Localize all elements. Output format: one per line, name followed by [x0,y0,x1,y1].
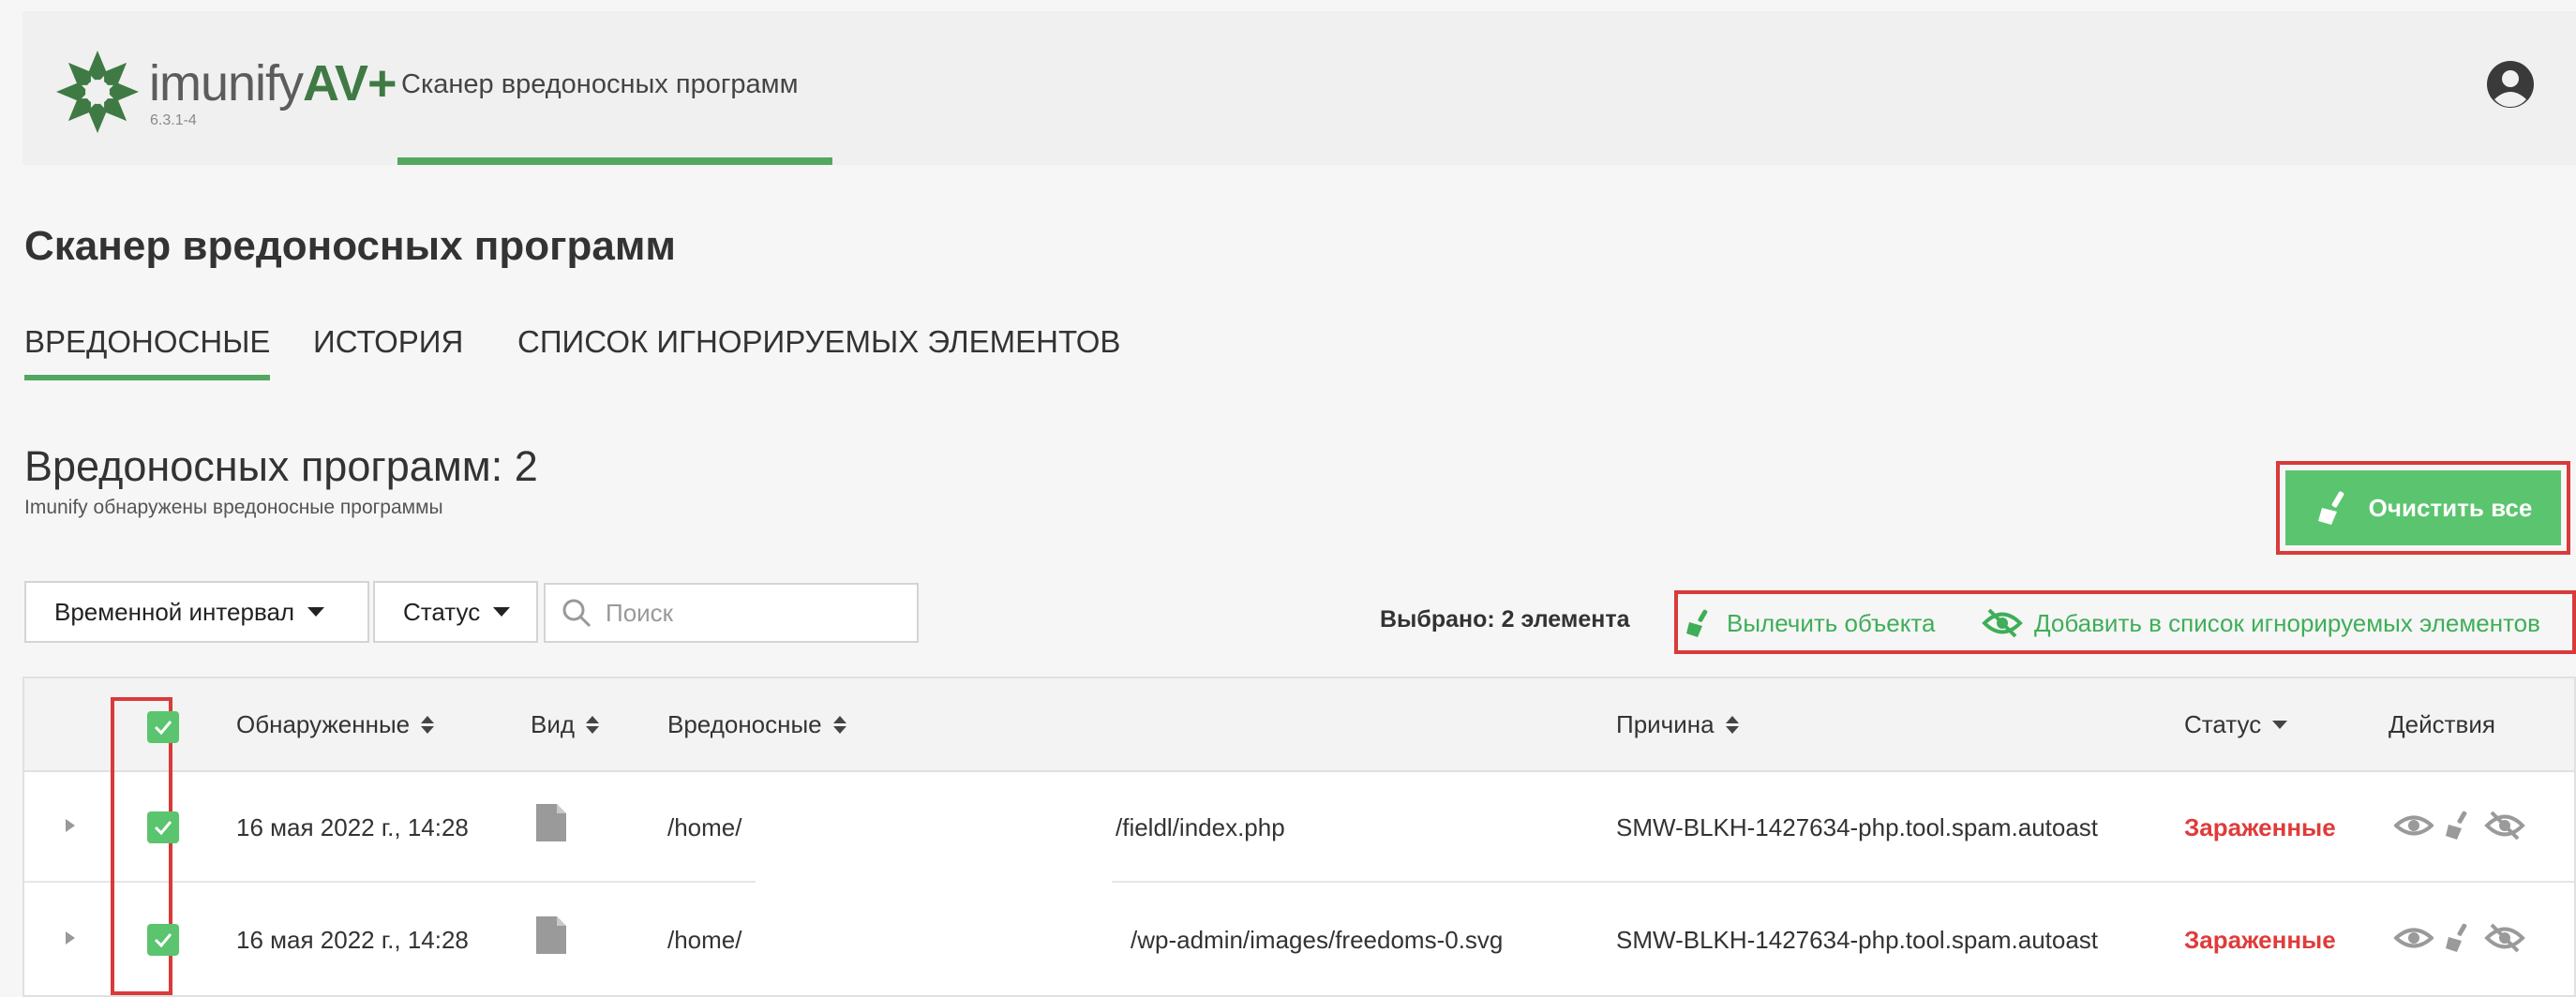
file-icon [536,916,566,954]
select-all-checkbox[interactable] [147,711,179,743]
imunify-logo-icon [56,51,139,133]
selected-count: Выбрано: 2 элемента [1380,606,1630,632]
malware-table: Обнаруженные Вид Вредоносные Причина Ста… [22,677,2576,997]
detected-date: 16 мая 2022 г., 14:28 [236,813,469,841]
row-checkbox[interactable] [147,924,179,956]
time-interval-label: Временной интервал [54,597,295,626]
add-to-ignore-label: Добавить в список игнорируемых элементов [2034,608,2540,637]
header-tab-malware-scanner[interactable]: Сканер вредоносных программ [397,11,832,165]
malware-count-title: Вредоносных программ: 2 [24,442,538,490]
row-actions [2394,922,2525,954]
detected-date: 16 мая 2022 г., 14:28 [236,926,469,954]
cure-selected-button[interactable]: Вылечить объекта [1684,607,1936,639]
reason: SMW-BLKH-1427634-php.tool.spam.autoast [1616,813,2099,841]
status-filter-label: Статус [403,597,481,626]
app-header: imunifyAV+ 6.3.1-4 Сканер вредоносных пр… [22,11,2576,165]
caret-down-icon [2272,721,2288,729]
eye-slash-icon[interactable] [2484,810,2525,841]
version-label: 6.3.1-4 [150,112,197,128]
column-reason[interactable]: Причина [1616,710,1739,739]
broom-icon [2317,491,2344,525]
header-tab-underline [397,157,832,165]
chevron-down-icon [493,607,511,617]
file-icon [536,804,566,841]
broom-icon[interactable] [2445,810,2473,841]
status-badge: Зараженные [2184,813,2336,841]
eye-icon[interactable] [2394,811,2434,840]
file-path-end: /wp-admin/images/freedoms-0.svg [1131,926,1504,954]
status-dropdown[interactable]: Статус [373,581,538,643]
column-malicious[interactable]: Вредоносные [667,710,846,739]
broom-icon[interactable] [2445,922,2473,954]
redacted-area [756,772,1112,993]
tab-history[interactable]: ИСТОРИЯ [313,324,463,360]
header-tab-label: Сканер вредоносных программ [401,69,799,99]
sort-icon [586,716,600,734]
tab-malicious[interactable]: ВРЕДОНОСНЫЕ [24,324,271,380]
malware-count-subtitle: Imunify обнаружены вредоносные программы [24,497,443,518]
broom-icon [1686,609,1708,637]
chevron-down-icon [307,607,325,617]
search-input[interactable] [606,598,887,628]
clean-all-label: Очистить все [2368,493,2533,522]
expand-arrow-icon[interactable] [66,819,75,832]
file-path-start: /home/ [667,813,742,841]
file-path-end: /fieldl/index.php [1116,813,1285,841]
checkmark-icon [154,721,172,736]
sort-icon [421,716,435,734]
add-to-ignore-button[interactable]: Добавить в список игнорируемых элементов [1982,607,2540,639]
page-title: Сканер вредоносных программ [24,223,676,269]
checkmark-icon [154,821,172,836]
row-actions [2394,810,2525,841]
column-actions: Действия [2389,710,2495,738]
table-row[interactable]: 16 мая 2022 г., 14:28 /home/ /fieldl/ind… [24,772,2574,883]
expand-arrow-icon[interactable] [66,931,75,945]
search-box[interactable] [544,583,919,643]
reason: SMW-BLKH-1427634-php.tool.spam.autoast [1616,926,2099,954]
eye-slash-icon[interactable] [2484,922,2525,954]
column-detected[interactable]: Обнаруженные [236,710,435,739]
eye-icon[interactable] [2394,924,2434,952]
user-avatar-icon[interactable] [2486,60,2535,109]
cure-selected-label: Вылечить объекта [1727,608,1936,637]
bulk-actions-highlight: Вылечить объекта Добавить в список игнор… [1674,590,2576,654]
checkmark-icon [154,933,172,948]
eye-slash-icon [1982,608,2023,638]
sort-icon [832,716,846,734]
column-status[interactable]: Статус [2184,710,2288,739]
clean-all-highlight: Очистить все [2276,461,2570,555]
sort-icon [1725,716,1739,734]
table-row[interactable]: 16 мая 2022 г., 14:28 /home/ /wp-admin/i… [24,885,2574,995]
search-icon [562,599,592,628]
row-checkbox[interactable] [147,811,179,843]
brand-name: imunifyAV+ [149,55,397,112]
clean-all-button[interactable]: Очистить все [2285,470,2561,545]
table-header: Обнаруженные Вид Вредоносные Причина Ста… [24,678,2574,772]
tab-ignore-list[interactable]: СПИСОК ИГНОРИРУЕМЫХ ЭЛЕМЕНТОВ [517,324,1120,360]
time-interval-dropdown[interactable]: Временной интервал [24,581,369,643]
file-path-start: /home/ [667,926,742,954]
column-type[interactable]: Вид [531,710,600,739]
status-badge: Зараженные [2184,926,2336,954]
